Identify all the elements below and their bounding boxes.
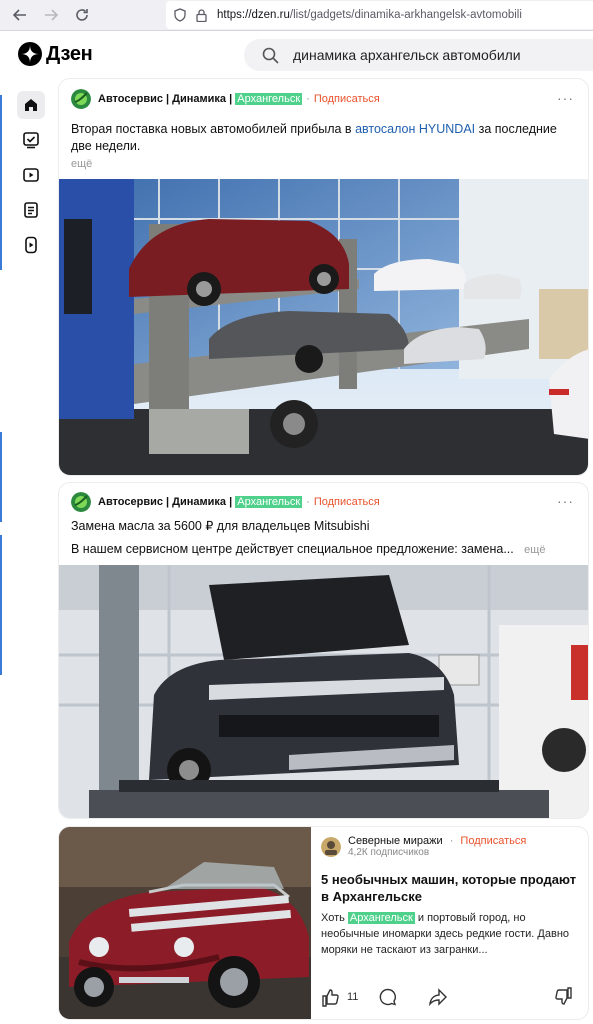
more-menu-icon[interactable]: ··· (557, 493, 574, 509)
subscribe-button[interactable]: Подписаться (314, 496, 380, 508)
separator: · (449, 835, 454, 847)
url-host: https://dzen.ru (217, 9, 290, 21)
channel-header: Автосервис | Динамика | Архангельск · По… (71, 492, 380, 512)
comment-icon[interactable] (378, 987, 398, 1007)
post-text: Вторая поставка новых автомобилей прибыл… (71, 121, 571, 173)
channel-avatar[interactable] (321, 837, 341, 857)
shield-icon[interactable] (174, 8, 186, 22)
reload-icon[interactable] (73, 6, 91, 24)
lock-icon[interactable] (196, 8, 207, 22)
channel-highlight[interactable]: Архангельск (235, 496, 303, 508)
read-more-link[interactable]: ещё (524, 544, 545, 556)
site-header: Дзен динамика архангельск автомобили (0, 31, 593, 77)
channel-avatar[interactable] (71, 89, 91, 109)
like-icon[interactable] (321, 987, 341, 1007)
article-title[interactable]: 5 необычных машин, которые продают в Арх… (321, 871, 586, 905)
channel-header: Северные миражи · Подписаться 4,2К подпи… (321, 835, 526, 858)
channel-avatar[interactable] (71, 492, 91, 512)
left-edge-marker (0, 95, 2, 270)
post-text-start: Вторая поставка новых автомобилей прибыл… (71, 122, 352, 136)
shorts-icon[interactable] (19, 233, 43, 257)
post-title[interactable]: Замена масла за 5600 ₽ для владельцев Mi… (71, 518, 369, 535)
tasks-icon[interactable] (19, 128, 43, 152)
dealer-link[interactable]: автосалон HYUNDAI (355, 122, 475, 136)
like-count: 11 (347, 991, 359, 1003)
read-more-link[interactable]: ещё (71, 158, 92, 170)
search-value: динамика архангельск автомобили (293, 47, 521, 63)
back-icon[interactable] (11, 6, 29, 24)
post-card[interactable]: Автосервис | Динамика | Архангельск · По… (58, 482, 589, 819)
subscriber-count: 4,2К подписчиков (348, 847, 430, 858)
subscribe-button[interactable]: Подписаться (314, 93, 380, 105)
post-card[interactable]: Автосервис | Динамика | Архангельск · По… (58, 78, 589, 476)
separator: · (306, 496, 310, 508)
subscribe-button[interactable]: Подписаться (460, 835, 526, 847)
search-input[interactable]: динамика архангельск автомобили (244, 39, 593, 71)
left-edge-marker (0, 535, 2, 675)
forward-icon[interactable] (42, 6, 60, 24)
more-menu-icon[interactable]: ··· (557, 90, 574, 106)
left-edge-marker (0, 432, 2, 522)
home-icon[interactable] (17, 91, 45, 119)
video-icon[interactable] (19, 163, 43, 187)
article-card[interactable]: Северные миражи · Подписаться 4,2К подпи… (58, 826, 589, 1020)
post-text: В нашем сервисном центре действует специ… (71, 541, 581, 559)
share-icon[interactable] (428, 987, 448, 1007)
dzen-logo-icon (18, 42, 42, 66)
channel-highlight[interactable]: Архангельск (235, 93, 303, 105)
channel-name[interactable]: Автосервис | Динамика | (98, 496, 232, 508)
post-image-suv-lift[interactable] (59, 565, 588, 818)
channel-name[interactable]: Автосервис | Динамика | (98, 93, 232, 105)
url-path: /list/gadgets/dinamika-arkhangelsk-avtom… (289, 9, 522, 21)
separator: · (306, 93, 310, 105)
dzen-logo[interactable]: Дзен (18, 42, 93, 66)
article-actions: 11 (321, 987, 573, 1007)
address-bar[interactable]: https://dzen.ru/list/gadgets/dinamika-ar… (166, 1, 593, 29)
dislike-icon[interactable] (553, 987, 573, 1007)
channel-name[interactable]: Северные миражи (348, 835, 443, 847)
logo-text: Дзен (46, 42, 93, 65)
search-icon (262, 47, 279, 64)
post-image-car-carrier[interactable] (59, 179, 588, 475)
snippet-start: Хоть (321, 912, 345, 924)
post-text-body: В нашем сервисном центре действует специ… (71, 542, 514, 556)
browser-toolbar: https://dzen.ru/list/gadgets/dinamika-ar… (0, 0, 593, 31)
article-icon[interactable] (19, 198, 43, 222)
channel-header: Автосервис | Динамика | Архангельск · По… (71, 89, 380, 109)
article-image-roadster[interactable] (59, 827, 311, 1019)
article-snippet: Хоть Архангельск и портовый город, но не… (321, 910, 586, 958)
snippet-highlight: Архангельск (347, 912, 415, 924)
